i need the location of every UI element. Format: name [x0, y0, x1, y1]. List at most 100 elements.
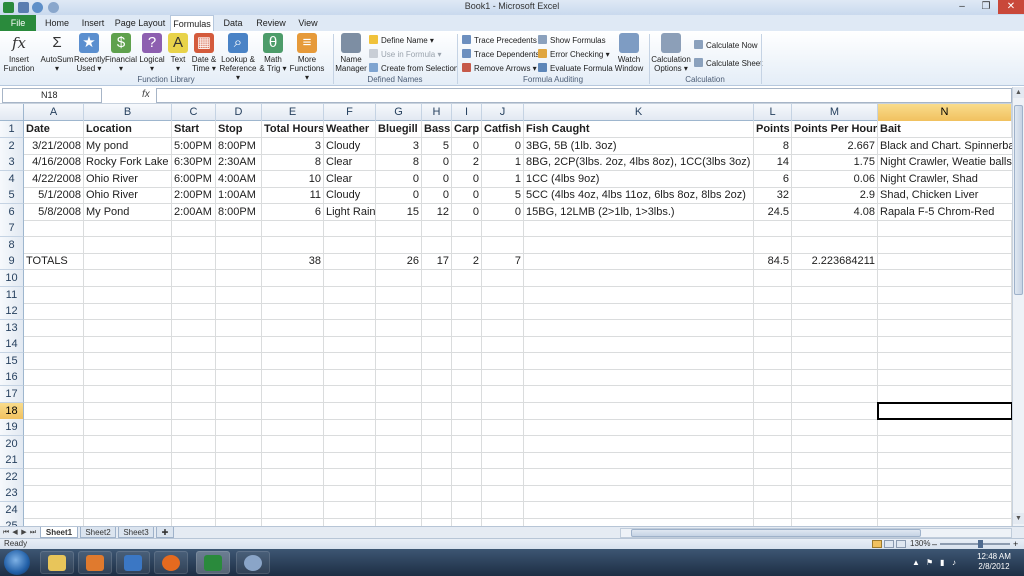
cell-d18[interactable]: [216, 402, 262, 419]
tab-data[interactable]: Data: [218, 15, 248, 31]
cell-m16[interactable]: [792, 369, 878, 386]
cell-l23[interactable]: [754, 485, 792, 502]
cell-d10[interactable]: [216, 270, 262, 287]
cell-c5[interactable]: 2:00PM: [172, 187, 216, 204]
cell-k21[interactable]: [524, 452, 754, 469]
cell-d9[interactable]: [216, 253, 262, 270]
cell-k24[interactable]: [524, 501, 754, 518]
cell-a20[interactable]: [24, 435, 84, 452]
cell-k2[interactable]: 3BG, 5B (1lb. 3oz): [524, 137, 754, 154]
cell-m8[interactable]: [792, 236, 878, 253]
cell-g12[interactable]: [376, 303, 422, 320]
cell-j1[interactable]: Catfish: [482, 121, 524, 137]
cell-b12[interactable]: [84, 303, 172, 320]
cell-b9[interactable]: [84, 253, 172, 270]
cell-k4[interactable]: 1CC (4lbs 9oz): [524, 170, 754, 187]
cell-g21[interactable]: [376, 452, 422, 469]
column-header-d[interactable]: D: [216, 104, 262, 121]
cell-f19[interactable]: [324, 419, 376, 436]
column-header-l[interactable]: L: [754, 104, 792, 121]
cell-g10[interactable]: [376, 270, 422, 287]
cell-c14[interactable]: [172, 336, 216, 353]
cell-d19[interactable]: [216, 419, 262, 436]
cell-g7[interactable]: [376, 220, 422, 237]
page-layout-view-icon[interactable]: [884, 540, 894, 548]
cell-d17[interactable]: [216, 385, 262, 402]
cell-l21[interactable]: [754, 452, 792, 469]
cell-d21[interactable]: [216, 452, 262, 469]
cell-l3[interactable]: 14: [754, 154, 792, 171]
logical-button[interactable]: ? Logical ▾: [138, 33, 166, 73]
cell-i15[interactable]: [452, 352, 482, 369]
cell-b5[interactable]: Ohio River: [84, 187, 172, 204]
cell-i22[interactable]: [452, 468, 482, 485]
cell-m12[interactable]: [792, 303, 878, 320]
text-button[interactable]: A Text ▾: [166, 33, 190, 73]
vertical-scroll-thumb[interactable]: [1014, 105, 1023, 295]
cell-f24[interactable]: [324, 501, 376, 518]
cell-f9[interactable]: [324, 253, 376, 270]
cell-j14[interactable]: [482, 336, 524, 353]
cell-k20[interactable]: [524, 435, 754, 452]
cell-k12[interactable]: [524, 303, 754, 320]
cell-l1[interactable]: Points: [754, 121, 792, 137]
cell-b1[interactable]: Location: [84, 121, 172, 137]
taskbar-check-icon[interactable]: [116, 551, 150, 574]
watch-window-button[interactable]: Watch Window: [612, 33, 646, 73]
cell-i8[interactable]: [452, 236, 482, 253]
cell-n6[interactable]: Rapala F-5 Chrom-Red: [878, 204, 1012, 220]
cell-e13[interactable]: [262, 319, 324, 336]
cell-h15[interactable]: [422, 352, 452, 369]
row-header-22[interactable]: 22: [0, 468, 24, 486]
cell-j6[interactable]: 0: [482, 203, 524, 220]
cell-g11[interactable]: [376, 286, 422, 303]
page-break-view-icon[interactable]: [896, 540, 906, 548]
row-header-7[interactable]: 7: [0, 220, 24, 238]
cell-n1[interactable]: Bait: [878, 121, 1012, 137]
cell-m7[interactable]: [792, 220, 878, 237]
cell-d11[interactable]: [216, 286, 262, 303]
column-header-b[interactable]: B: [84, 104, 172, 121]
cell-b22[interactable]: [84, 468, 172, 485]
cell-f12[interactable]: [324, 303, 376, 320]
cell-e22[interactable]: [262, 468, 324, 485]
zoom-slider-knob[interactable]: [978, 540, 983, 548]
row-header-8[interactable]: 8: [0, 236, 24, 254]
cell-g2[interactable]: 3: [376, 137, 422, 154]
cell-m9[interactable]: 2.223684211: [792, 253, 878, 270]
cell-k3[interactable]: 8BG, 2CP(3lbs. 2oz, 4lbs 8oz), 1CC(3lbs …: [524, 154, 754, 171]
cell-c16[interactable]: [172, 369, 216, 386]
cell-i20[interactable]: [452, 435, 482, 452]
cell-i5[interactable]: 0: [452, 187, 482, 204]
column-header-e[interactable]: E: [262, 104, 324, 121]
cell-n25[interactable]: [878, 518, 1012, 526]
cell-j7[interactable]: [482, 220, 524, 237]
cell-d4[interactable]: 4:00AM: [216, 170, 262, 187]
cell-g20[interactable]: [376, 435, 422, 452]
cell-i19[interactable]: [452, 419, 482, 436]
cell-a13[interactable]: [24, 319, 84, 336]
cell-a14[interactable]: [24, 336, 84, 353]
cell-f23[interactable]: [324, 485, 376, 502]
cell-n7[interactable]: [878, 220, 1012, 237]
cell-a7[interactable]: [24, 220, 84, 237]
cell-k1[interactable]: Fish Caught: [524, 121, 754, 137]
cell-g1[interactable]: Bluegill: [376, 121, 422, 137]
cell-e7[interactable]: [262, 220, 324, 237]
cell-m21[interactable]: [792, 452, 878, 469]
cell-i12[interactable]: [452, 303, 482, 320]
row-header-17[interactable]: 17: [0, 385, 24, 403]
cell-i10[interactable]: [452, 270, 482, 287]
cell-a15[interactable]: [24, 352, 84, 369]
cell-m10[interactable]: [792, 270, 878, 287]
cell-e1[interactable]: Total Hours: [262, 121, 324, 137]
sheet-tab-sheet2[interactable]: Sheet2: [80, 527, 116, 538]
cell-n16[interactable]: [878, 369, 1012, 386]
cell-f8[interactable]: [324, 236, 376, 253]
cell-d25[interactable]: [216, 518, 262, 526]
cell-c18[interactable]: [172, 402, 216, 419]
cell-i24[interactable]: [452, 501, 482, 518]
calculation-options-button[interactable]: Calculation Options ▾: [651, 33, 691, 73]
cell-c21[interactable]: [172, 452, 216, 469]
date-time-button[interactable]: ▦ Date & Time ▾: [190, 33, 218, 73]
